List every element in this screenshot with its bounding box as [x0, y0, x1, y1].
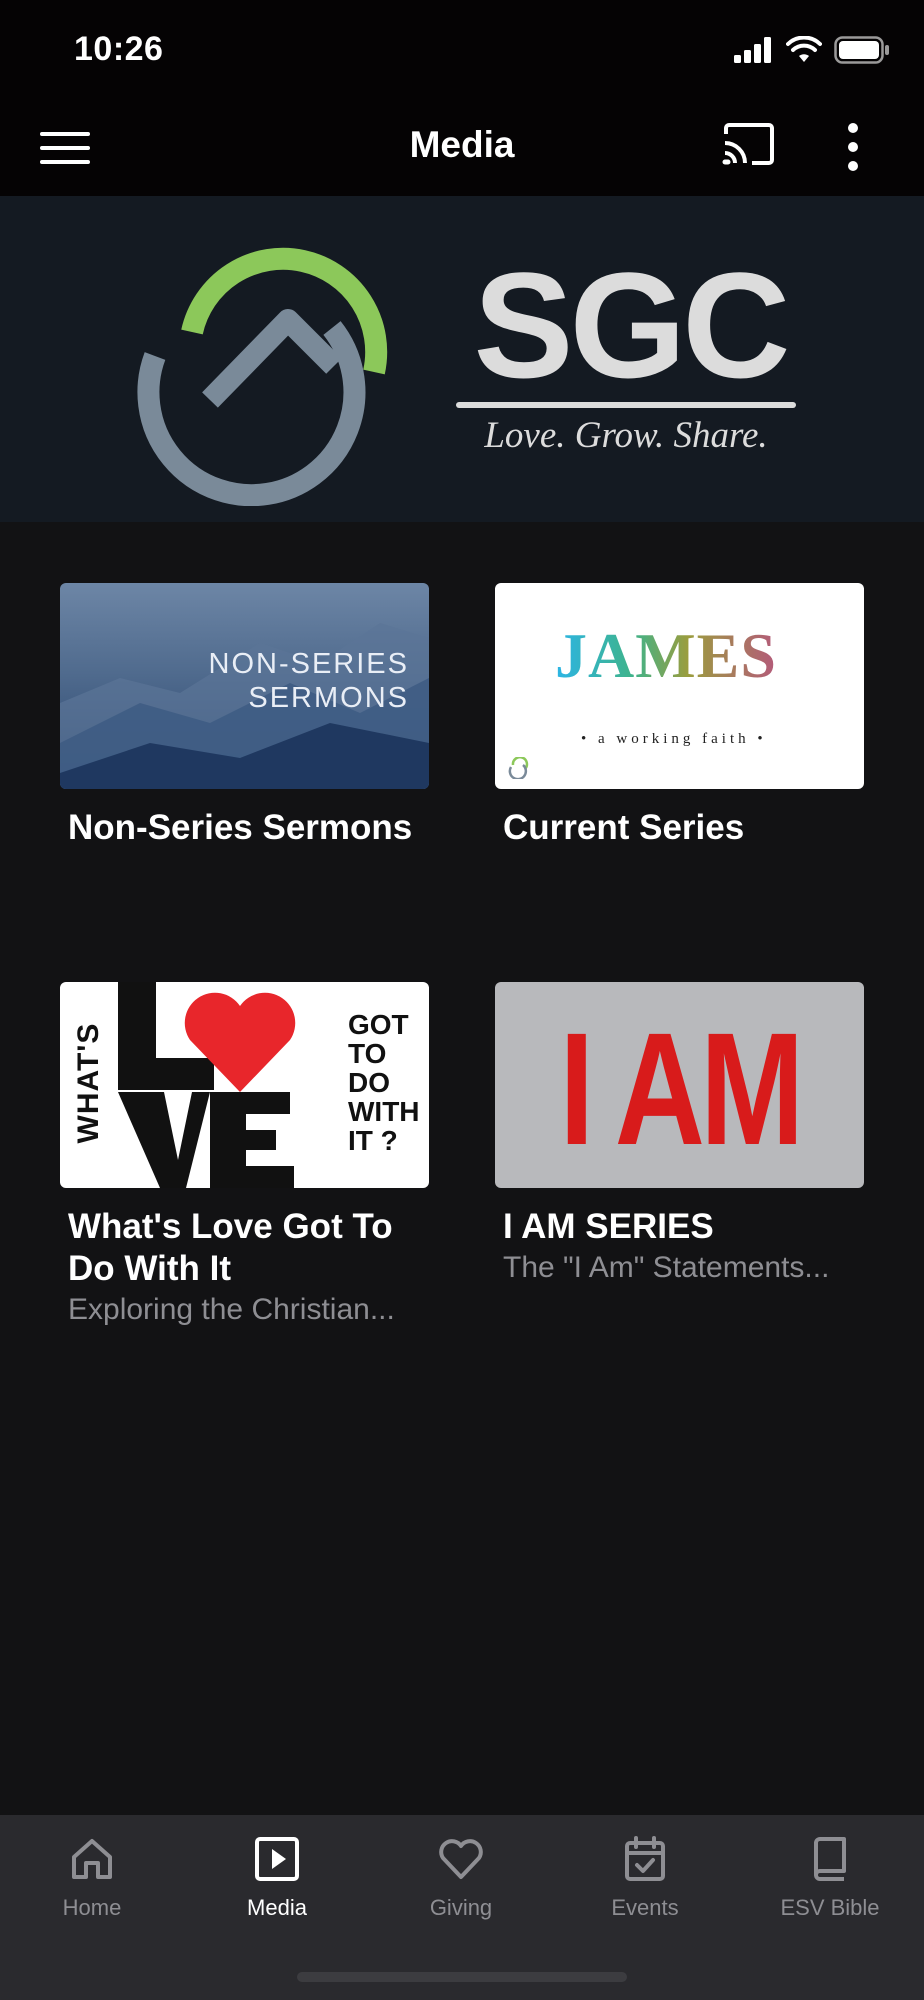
card-title: I AM SERIES: [503, 1207, 714, 1246]
nav-giving[interactable]: Giving: [386, 1833, 536, 1921]
home-indicator: [297, 1972, 627, 1982]
signal-icon: [734, 37, 771, 63]
love-right-1: GOT: [348, 1009, 409, 1040]
nav-home[interactable]: Home: [17, 1833, 167, 1921]
brand-underline: [456, 402, 796, 408]
card-subtitle: Exploring the Christian...: [68, 1293, 395, 1326]
non-series-thumb-text: NON-SERIES SERMONS: [209, 647, 409, 715]
non-series-line2: SERMONS: [248, 682, 409, 714]
media-card-i-am-series[interactable]: I AM I AM SERIES The "I Am" Statements..…: [495, 982, 864, 1288]
nav-label: Home: [62, 1895, 122, 1920]
card-title: What's Love Got To Do With It: [68, 1207, 393, 1288]
love-left-text: WHAT'S: [72, 1022, 105, 1144]
bottom-nav: Home Media Giving Events ESV Bible: [0, 1815, 924, 2000]
love-right-5: IT ?: [348, 1125, 398, 1156]
james-thumbnail: JAMES • a working faith •: [495, 583, 864, 789]
media-card-current-series[interactable]: JAMES • a working faith • Current Series: [495, 583, 864, 849]
book-icon: [814, 1837, 846, 1881]
brand-name: SGC: [473, 241, 790, 409]
battery-icon: [834, 36, 889, 64]
non-series-line1: NON-SERIES: [208, 648, 409, 680]
nav-label: Giving: [429, 1895, 493, 1920]
status-icons: [734, 36, 890, 64]
calendar-check-icon: [625, 1836, 665, 1881]
brand-tagline: Love. Grow. Share.: [484, 415, 768, 456]
i-am-thumb-text: I AM: [559, 999, 804, 1178]
media-card-whats-love[interactable]: WHAT'S GOT TO DO WITH IT ? What's Love G…: [60, 982, 429, 1330]
card-title: Non-Series Sermons: [68, 808, 413, 847]
love-right-3: DO: [348, 1067, 390, 1098]
more-options-button[interactable]: [836, 120, 870, 176]
james-title: JAMES: [555, 620, 777, 691]
status-time: 10:26: [74, 30, 164, 68]
page-title: Media: [409, 124, 515, 165]
james-subtitle: • a working faith •: [581, 731, 767, 747]
nav-events[interactable]: Events: [570, 1833, 720, 1921]
small-logo-icon: [508, 757, 529, 779]
card-subtitle: The "I Am" Statements...: [503, 1251, 830, 1284]
more-vertical-icon: [848, 123, 858, 171]
love-right-text: GOT TO DO WITH IT ?: [348, 1010, 420, 1155]
nav-esv-bible[interactable]: ESV Bible: [755, 1833, 905, 1921]
love-right-4: WITH: [348, 1096, 420, 1127]
card-title: Current Series: [503, 808, 745, 847]
sgc-logo-mark-icon: [137, 247, 388, 506]
media-play-icon: [255, 1837, 299, 1881]
love-right-2: TO: [348, 1038, 387, 1069]
home-icon: [72, 1839, 112, 1879]
media-card-non-series[interactable]: NON-SERIES SERMONS Non-Series Sermons: [60, 583, 429, 849]
non-series-thumbnail: NON-SERIES SERMONS: [60, 583, 429, 789]
church-banner: SGC Love. Grow. Share.: [0, 196, 924, 522]
wifi-icon: [786, 36, 822, 62]
love-thumbnail: WHAT'S GOT TO DO WITH IT ?: [60, 982, 429, 1188]
nav-label: Events: [611, 1895, 679, 1920]
status-bar: 10:26: [0, 0, 924, 100]
nav-media[interactable]: Media: [202, 1833, 352, 1921]
i-am-thumbnail: I AM: [495, 982, 864, 1188]
heart-icon: [439, 1839, 483, 1879]
nav-label: Media: [247, 1895, 307, 1920]
cast-icon: [722, 123, 774, 165]
nav-label: ESV Bible: [780, 1895, 880, 1920]
app-bar: Media: [0, 100, 924, 196]
cast-button[interactable]: [722, 122, 782, 174]
